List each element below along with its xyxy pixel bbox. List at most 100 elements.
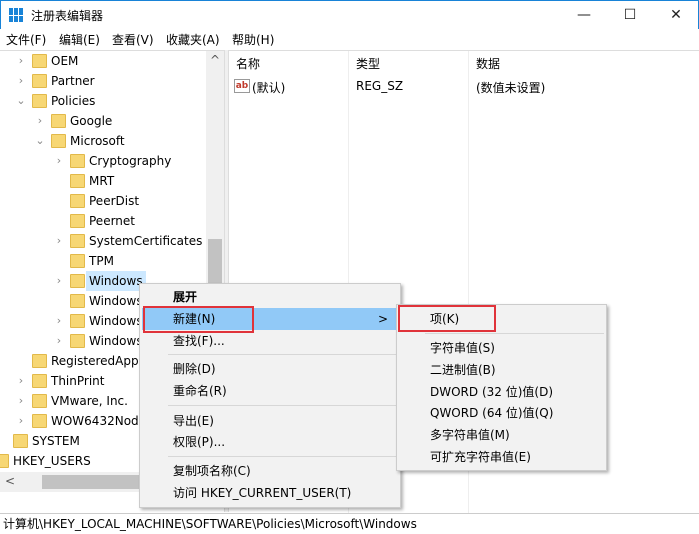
menu-item-export[interactable]: 导出(E) [140,410,400,432]
tree-item[interactable]: › Google [0,111,206,131]
tree-item-label: Policies [51,94,96,108]
tree-item-label: OEM [51,54,79,68]
folder-icon [70,274,85,288]
tree-item[interactable]: PeerDist [0,191,206,211]
value-row[interactable]: ab (默认) REG_SZ (数值未设置) [229,76,699,96]
tree-item[interactable]: › SystemCertificates [0,231,206,251]
column-header-type[interactable]: 类型 [356,53,380,75]
scroll-left-icon[interactable]: < [5,474,15,488]
tree-item-label: PeerDist [89,194,140,208]
collapse-chevron-icon[interactable]: ⌄ [35,131,45,151]
menu-item-delete[interactable]: 删除(D) [140,358,400,380]
folder-icon [70,154,85,168]
folder-icon [70,314,85,328]
folder-icon [70,194,85,208]
expand-chevron-icon[interactable]: › [16,371,26,391]
menu-item-goto-hkcu[interactable]: 访问 HKEY_CURRENT_USER(T) [140,482,400,504]
value-name: (默认) [252,81,286,95]
menu-favorites[interactable]: 收藏夹(A) [166,31,220,48]
scrollbar-thumb[interactable] [208,239,222,289]
expand-chevron-icon[interactable]: › [54,331,64,351]
tree-item-label: TPM [89,254,114,268]
tree-item-label: Windows [89,314,143,328]
expand-chevron-icon[interactable]: › [16,391,26,411]
tree-item-label: MRT [89,174,115,188]
expand-chevron-icon[interactable]: › [54,151,64,171]
expand-chevron-icon[interactable]: › [54,311,64,331]
tree-item[interactable]: › Cryptography [0,151,206,171]
tree-item[interactable]: TPM [0,251,206,271]
expand-chevron-icon[interactable]: › [16,51,26,71]
tree-item[interactable]: MRT [0,171,206,191]
folder-icon [0,454,9,468]
expand-chevron-icon[interactable]: › [16,71,26,91]
menu-item-copy-key-name[interactable]: 复制项名称(C) [140,460,400,482]
menu-view[interactable]: 查看(V) [112,31,154,48]
string-value-icon: ab [234,79,250,93]
folder-icon [32,74,47,88]
folder-icon [70,234,85,248]
tree-item-label: SystemCertificates [89,234,203,248]
folder-icon [70,214,85,228]
value-data: (数值未设置) [476,81,546,95]
menu-help[interactable]: 帮助(H) [232,31,274,48]
menu-bar: 文件(F) 编辑(E) 查看(V) 收藏夹(A) 帮助(H) [0,29,699,50]
submenu-item-string[interactable]: 字符串值(S) [397,337,606,359]
title-bar: 注册表编辑器 — ☐ ✕ [0,0,699,29]
tree-item-label: Google [70,114,113,128]
expand-chevron-icon[interactable]: › [35,111,45,131]
tree-item-label: Peernet [89,214,135,228]
column-header-name[interactable]: 名称 [236,53,260,75]
submenu-item-binary[interactable]: 二进制值(B) [397,359,606,381]
tree-item-label: VMware, Inc. [51,394,128,408]
tree-item-label: Partner [51,74,95,88]
tree-item-label: Cryptography [89,154,172,168]
tree-item[interactable]: Peernet [0,211,206,231]
status-bar: 计算机\HKEY_LOCAL_MACHINE\SOFTWARE\Policies… [0,513,699,534]
folder-icon [51,114,66,128]
menu-file[interactable]: 文件(F) [6,31,46,48]
window-title: 注册表编辑器 [31,9,104,23]
callout-highlight-key [398,305,496,332]
submenu-item-expandable-string[interactable]: 可扩充字符串值(E) [397,446,606,468]
value-type: REG_SZ [356,79,404,93]
tree-item[interactable]: › Partner [0,71,206,91]
maximize-button[interactable]: ☐ [607,1,653,29]
menu-edit[interactable]: 编辑(E) [59,31,100,48]
tree-item-label: WOW6432Nod [51,414,139,428]
folder-icon [70,294,85,308]
tree-item[interactable]: › OEM [0,51,206,71]
close-button[interactable]: ✕ [653,1,699,29]
submenu-item-qword[interactable]: QWORD (64 位)值(Q) [397,402,606,424]
tree-item-label: Microsoft [70,134,125,148]
tree-item[interactable]: ⌄ Microsoft [0,131,206,151]
expand-chevron-icon[interactable]: › [54,271,64,291]
scroll-up-icon[interactable]: ^ [210,53,220,67]
tree-item-label: HKEY_USERS [13,454,91,468]
tree-item-label: Windows [89,294,143,308]
callout-highlight-new [143,306,254,333]
menu-item-expand[interactable]: 展开 [140,286,400,308]
folder-icon [32,354,47,368]
tree-item-label: ThinPrint [51,374,105,388]
menu-item-find[interactable]: 查找(F)... [140,330,400,352]
expand-chevron-icon[interactable]: › [54,231,64,251]
menu-item-permissions[interactable]: 权限(P)... [140,431,400,453]
regedit-icon [9,8,24,22]
expand-chevron-icon[interactable]: › [16,411,26,431]
folder-icon [70,174,85,188]
menu-item-rename[interactable]: 重命名(R) [140,380,400,402]
submenu-item-dword[interactable]: DWORD (32 位)值(D) [397,381,606,403]
folder-icon [32,54,47,68]
submenu-arrow-icon: > [377,312,388,326]
tree-item-label: RegisteredApp [51,354,139,368]
collapse-chevron-icon[interactable]: ⌄ [16,91,26,111]
folder-icon [32,394,47,408]
folder-icon [70,254,85,268]
tree-item-label: Windows [86,271,146,291]
submenu-item-multi-string[interactable]: 多字符串值(M) [397,424,606,446]
column-header-data[interactable]: 数据 [476,53,500,75]
folder-icon [32,374,47,388]
tree-item[interactable]: ⌄ Policies [0,91,206,111]
minimize-button[interactable]: — [561,1,607,29]
